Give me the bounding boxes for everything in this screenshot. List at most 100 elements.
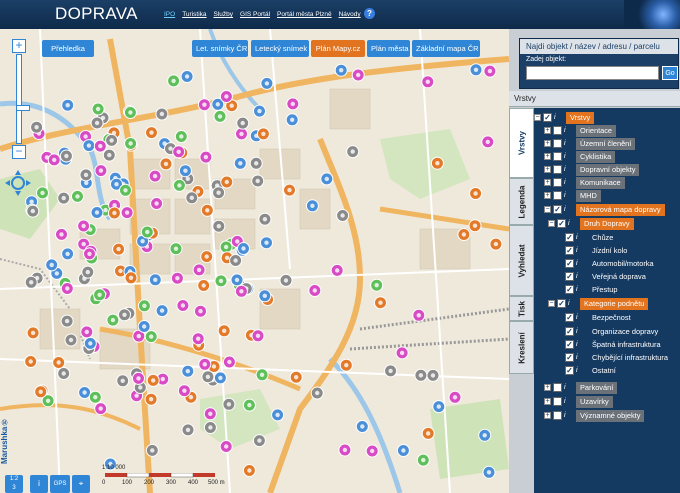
layer-checkbox[interactable]: ✓ [565,246,574,255]
layer-info-icon[interactable]: i [564,165,574,175]
layer-checkbox[interactable]: ✓ [557,219,566,228]
layer-info-icon[interactable]: i [576,285,586,295]
basemap-zakladni-mapa-button[interactable]: Základní mapa ČR [412,40,480,57]
layer-checkbox[interactable] [553,178,562,187]
layer-row[interactable]: − ✓ i Vrstvy [534,112,678,124]
layer-checkbox[interactable] [553,411,562,420]
overview-button[interactable]: Přehledka [42,40,94,57]
expand-toggle-icon[interactable]: + [544,192,551,199]
layer-info-icon[interactable]: i [576,272,586,282]
layer-info-icon[interactable]: i [564,205,574,215]
nav-link-portal-mesta[interactable]: Portál města Plzně [277,11,332,18]
layer-info-icon[interactable]: i [564,383,574,393]
layer-info-icon[interactable]: i [576,353,586,363]
layer-info-icon[interactable]: i [564,152,574,162]
help-icon[interactable]: ? [364,8,375,19]
nav-link-sluzby[interactable]: Služby [214,11,234,18]
basemap-let-snimky-button[interactable]: Let. snímky ČR [192,40,248,57]
expand-toggle-icon[interactable]: + [544,153,551,160]
layer-row[interactable]: − ✓ i Druh Dopravy [548,218,678,230]
zoom-slider-track[interactable] [16,54,30,144]
gps-button[interactable]: GPS [50,475,70,493]
expand-toggle-icon[interactable]: − [534,114,541,121]
layer-row[interactable]: − ✓ i Názorová mapa dopravy [544,204,678,216]
layer-row[interactable]: ✓ i Veřejná doprava [556,271,678,283]
layer-info-icon[interactable]: i [564,126,574,136]
layer-info-icon[interactable]: i [568,299,578,309]
expand-toggle-icon[interactable]: − [544,206,551,213]
layer-info-icon[interactable]: i [576,259,586,269]
layer-info-icon[interactable]: i [564,139,574,149]
layer-row[interactable]: ✓ i Jízdní kolo [556,245,678,257]
layer-info-icon[interactable]: i [576,366,586,376]
tab-vyhledat[interactable]: Vyhledat [509,225,534,296]
tab-legenda[interactable]: Legenda [509,178,534,225]
layer-checkbox[interactable]: ✓ [565,233,574,242]
layer-row[interactable]: + i Parkování [544,382,678,394]
expand-toggle-icon[interactable]: + [544,398,551,405]
tab-kresleni[interactable]: Kreslení [509,321,534,374]
layer-checkbox[interactable]: ✓ [565,327,574,336]
layer-info-icon[interactable]: i [564,191,574,201]
map-canvas[interactable]: Přehledka Let. snímky ČR Letecký snímek … [0,29,509,493]
locate-icon[interactable]: ⌖ [72,475,90,493]
layer-row[interactable]: + i MHD [544,190,678,202]
pan-control-icon[interactable] [4,169,32,197]
tab-vrstvy[interactable]: Vrstvy [509,108,534,178]
layer-row[interactable]: ✓ i Automobil/motorka [556,258,678,270]
layer-row[interactable]: + i Uzavírky [544,396,678,408]
nav-link-turistika[interactable]: Turistika [182,11,206,18]
info-button[interactable]: i [30,475,48,493]
expand-toggle-icon[interactable]: − [548,220,555,227]
layer-info-icon[interactable]: i [564,178,574,188]
layer-checkbox[interactable] [553,165,562,174]
tab-tisk[interactable]: Tisk [509,296,534,321]
basemap-plan-mesta-button[interactable]: Plán města [367,40,410,57]
layer-info-icon[interactable]: i [576,327,586,337]
expand-toggle-icon[interactable]: + [544,166,551,173]
layer-info-icon[interactable]: i [576,313,586,323]
layer-checkbox[interactable]: ✓ [565,313,574,322]
expand-toggle-icon[interactable]: + [544,384,551,391]
layer-info-icon[interactable]: i [576,340,586,350]
layer-checkbox[interactable] [553,191,562,200]
nav-link-gis-portal[interactable]: GIS Portál [240,11,270,18]
layer-row[interactable]: + i Územní členění [544,138,678,150]
layer-info-icon[interactable]: i [554,113,564,123]
expand-toggle-icon[interactable]: − [548,300,555,307]
nav-link-navody[interactable]: Návody [339,11,361,18]
layer-row[interactable]: ✓ i Přestup [556,284,678,296]
layer-info-icon[interactable]: i [576,233,586,243]
layer-checkbox[interactable] [553,397,562,406]
layer-checkbox[interactable]: ✓ [565,285,574,294]
layer-row[interactable]: ✓ i Chybějící infrastruktura [556,352,678,364]
layer-checkbox[interactable]: ✓ [553,205,562,214]
layer-checkbox[interactable]: ✓ [565,366,574,375]
search-input[interactable] [526,66,659,80]
layer-checkbox[interactable]: ✓ [557,299,566,308]
layer-row[interactable]: + i Orientace [544,125,678,137]
go-button[interactable]: Go [662,66,678,80]
layer-row[interactable]: ✓ i Chůze [556,232,678,244]
zoom-out-button[interactable]: − [12,145,26,159]
basemap-plan-mapy-button[interactable]: Plán Mapy.cz [311,40,365,57]
layer-checkbox[interactable]: ✓ [565,340,574,349]
layer-checkbox[interactable]: ✓ [565,259,574,268]
layer-row[interactable]: − ✓ i Kategorie podnětu [548,298,678,310]
layer-row[interactable]: + i Cyklistika [544,151,678,163]
expand-toggle-icon[interactable]: + [544,127,551,134]
layer-info-icon[interactable]: i [564,397,574,407]
layer-info-icon[interactable]: i [564,411,574,421]
layer-row[interactable]: + i Komunikace [544,177,678,189]
layer-info-icon[interactable]: i [576,246,586,256]
layer-row[interactable]: ✓ i Bezpečnost [556,312,678,324]
zoom-in-button[interactable]: + [12,39,26,53]
layer-checkbox[interactable] [553,126,562,135]
measure-icon[interactable]: 1:2 3 [5,475,23,493]
layer-row[interactable]: + i Významné objekty [544,410,678,422]
nav-link-ipo[interactable]: IPO [164,11,175,18]
layer-checkbox[interactable] [553,383,562,392]
layer-row[interactable]: + i Dopravní objekty [544,164,678,176]
layer-row[interactable]: ✓ i Špatná infrastruktura [556,339,678,351]
zoom-slider-thumb[interactable] [16,105,30,112]
